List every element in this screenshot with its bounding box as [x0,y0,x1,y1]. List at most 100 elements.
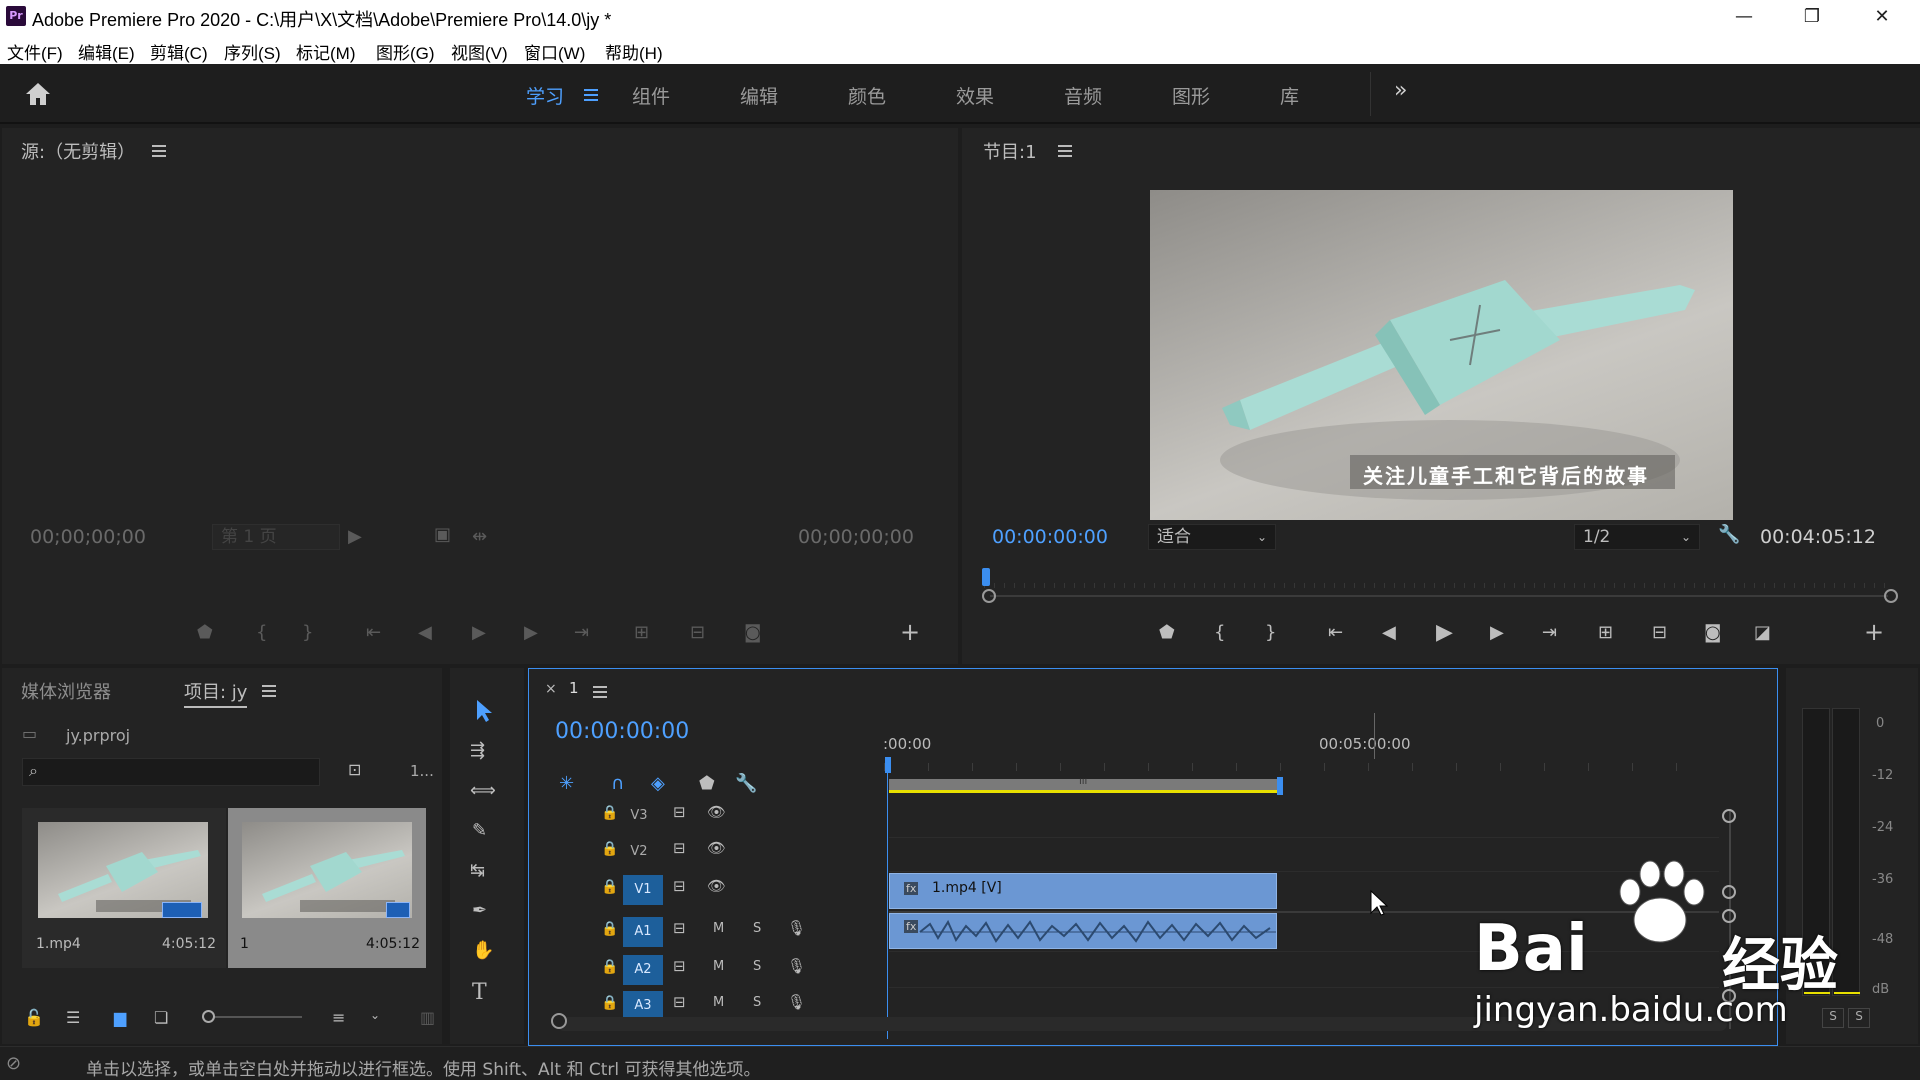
program-video-frame[interactable]: 关注儿童手工和它背后的故事 [1150,190,1733,520]
track-lock-icon[interactable]: 🔒 [601,959,618,975]
selection-tool-icon[interactable] [472,698,496,722]
workspace-overflow-button[interactable]: » [1394,78,1407,103]
menu-view[interactable]: 视图(V) [451,39,508,64]
wrench-icon[interactable]: 🔧 [1718,524,1740,545]
project-search-input[interactable]: ⌕ [22,758,320,786]
home-icon[interactable] [24,81,52,107]
menu-graphics[interactable]: 图形(G) [376,39,435,64]
mute-button[interactable]: M [713,921,724,936]
snap-icon[interactable]: ∩ [611,773,624,794]
pen-tool-icon[interactable]: ✒ [472,900,487,921]
track-lock-icon[interactable]: 🔒 [601,921,618,937]
track-label-a3[interactable]: A3 [623,991,663,1019]
program-scrubber[interactable] [984,574,1894,590]
work-area-end-handle[interactable] [1277,777,1283,795]
workspace-effects[interactable]: 效果 [956,82,994,109]
workspace-graphics[interactable]: 图形 [1172,82,1210,109]
source-page-select[interactable]: 第 1 页 [212,524,340,550]
menu-edit[interactable]: 编辑(E) [78,39,135,64]
track-label-v1[interactable]: V1 [623,875,663,905]
audio-clip[interactable]: fx [889,913,1277,949]
go-to-out-icon[interactable]: ⇥ [1542,622,1557,643]
program-menu-icon[interactable] [1058,144,1072,158]
project-menu-icon[interactable] [262,684,276,698]
ripple-edit-tool-icon[interactable]: ⟺ [470,780,496,801]
slip-tool-icon[interactable]: ↹ [470,860,485,881]
razor-tool-icon[interactable]: ✎ [472,820,487,841]
sync-lock-icon[interactable]: ⊟ [673,803,686,821]
workspace-color[interactable]: 颜色 [848,82,886,109]
workspace-menu-icon[interactable] [584,88,598,102]
step-forward-icon[interactable]: ▶ [1490,622,1504,643]
menu-window[interactable]: 窗口(W) [524,39,585,64]
restore-button[interactable]: ❐ [1778,0,1846,34]
microphone-icon[interactable]: 🎙 [787,919,806,937]
program-panel-title[interactable]: 节目:1 [983,138,1037,164]
timeline-settings-icon[interactable]: 🔧 [735,773,757,794]
menu-help[interactable]: 帮助(H) [605,39,663,64]
timeline-playhead-head[interactable] [885,757,891,773]
solo-button[interactable]: S [753,959,761,974]
source-timecode[interactable]: 00;00;00;00 [30,526,146,548]
sequence-tab[interactable]: 1 [569,679,579,697]
mark-out-icon[interactable]: } [1265,622,1276,643]
program-timecode[interactable]: 00:00:00:00 [992,526,1108,548]
eye-icon[interactable]: 👁 [707,877,726,895]
close-icon[interactable]: × [545,681,557,697]
microphone-icon[interactable]: 🎙 [787,993,806,1011]
source-panel-title[interactable]: 源:（无剪辑） [21,138,135,164]
workspace-assembly[interactable]: 组件 [632,82,670,109]
close-button[interactable]: ✕ [1848,0,1916,34]
minimize-button[interactable]: — [1710,0,1778,34]
zoom-slider[interactable] [202,1016,302,1018]
sync-lock-icon[interactable]: ⊟ [673,877,686,895]
zoom-bar[interactable] [990,595,1888,597]
mute-button[interactable]: M [713,995,724,1010]
eye-icon[interactable]: 👁 [707,839,726,857]
track-label-a1[interactable]: A1 [623,917,663,947]
zoom-slider-handle[interactable] [202,1010,215,1023]
step-back-icon[interactable]: ◀ [1382,622,1396,643]
v-scroll-handle[interactable] [1722,809,1736,823]
nest-icon[interactable]: ✳ [559,773,574,794]
sync-lock-icon[interactable]: ⊟ [673,993,686,1011]
work-area-bar[interactable]: ııı [889,776,1279,793]
menu-file[interactable]: 文件(F) [7,39,63,64]
lock-icon[interactable]: 🔓 [24,1008,44,1027]
go-to-in-icon[interactable]: ⇤ [1328,622,1343,643]
video-clip[interactable]: fx 1.mp4 [V] [889,873,1277,909]
panel-menu-icon[interactable] [152,144,166,158]
tab-project[interactable]: 项目: jy [184,678,248,708]
workspace-learning[interactable]: 学习 [526,82,564,109]
add-marker-icon[interactable]: ⬟ [1159,622,1175,643]
mark-in-icon[interactable]: { [1214,622,1225,643]
sync-lock-icon[interactable]: ⊟ [673,957,686,975]
track-select-tool-icon[interactable]: ⇶ [470,740,485,761]
zoom-handle-left[interactable] [982,589,996,603]
list-view-icon[interactable]: ☰ [66,1008,80,1027]
track-lock-icon[interactable]: 🔒 [601,805,618,821]
microphone-icon[interactable]: 🎙 [787,957,806,975]
workspace-libraries[interactable]: 库 [1280,82,1299,109]
track-label-a2[interactable]: A2 [623,955,663,985]
workspace-audio[interactable]: 音频 [1064,82,1102,109]
sort-chevron-icon[interactable]: ⌄ [370,1008,380,1022]
timeline-timecode[interactable]: 00:00:00:00 [555,719,689,744]
track-lock-icon[interactable]: 🔒 [601,841,618,857]
fit-select[interactable]: 适合 ⌄ [1148,524,1276,550]
track-label-v3[interactable]: V3 [619,801,659,831]
program-add-button-icon[interactable]: + [1864,618,1884,646]
project-item-clip[interactable]: 1.mp4 4:05:12 [22,808,226,968]
zoom-handle-right[interactable] [1884,589,1898,603]
sync-lock-icon[interactable]: ⊟ [673,839,686,857]
workspace-editing[interactable]: 编辑 [740,82,778,109]
resolution-select[interactable]: 1/2 ⌄ [1574,524,1700,550]
menu-sequence[interactable]: 序列(S) [224,39,281,64]
source-add-button-icon[interactable]: + [900,618,920,646]
extract-icon[interactable]: ⊟ [1652,622,1667,643]
solo-button[interactable]: S [753,995,761,1010]
track-lock-icon[interactable]: 🔒 [601,995,618,1011]
menu-markers[interactable]: 标记(M) [296,39,355,64]
track-lock-icon[interactable]: 🔒 [601,879,618,895]
freeform-view-icon[interactable]: ❏ [154,1008,168,1027]
